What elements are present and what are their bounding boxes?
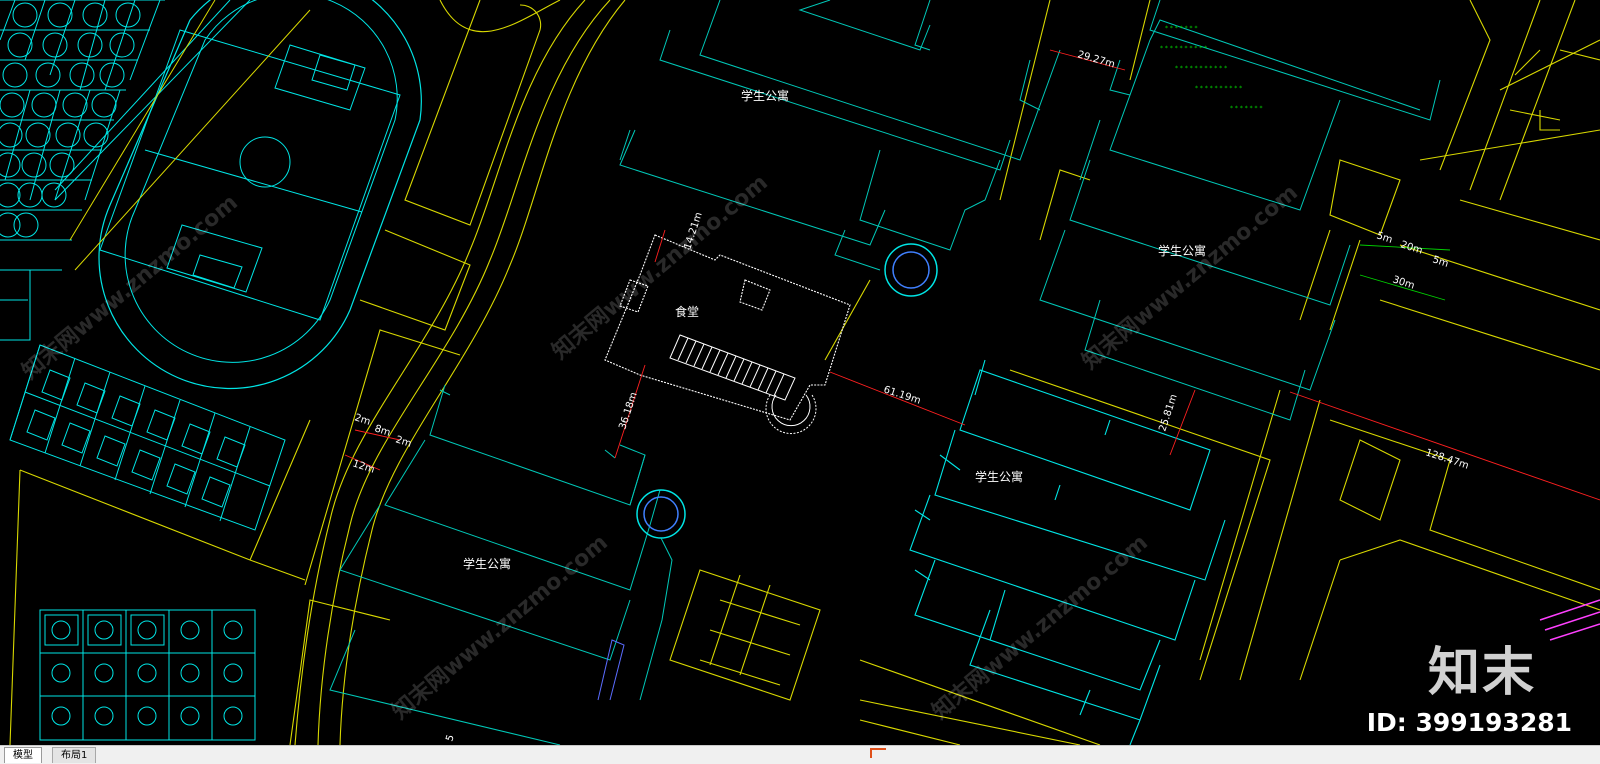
layout-tab-bar: 模型 布局1 [0, 745, 1600, 764]
dim-5-small: 5 [444, 733, 456, 742]
dim-20m: 20m [1399, 239, 1424, 256]
dim-29-27: 29.27m [1076, 49, 1116, 70]
dimension-lines [344, 49, 1600, 501]
cursor-indicator-icon [870, 748, 886, 758]
dim-12m: 12m [351, 458, 376, 475]
running-track [54, 0, 422, 390]
svg-text:* * * * * * * * * * *: * * * * * * * * * * * [1175, 65, 1227, 72]
dim-8m: 8m [373, 423, 392, 438]
dim-25-81: 25.81m [1157, 393, 1179, 433]
dim-2m-a: 2m [353, 412, 372, 427]
site-watermarks: 知末网www.znzmo.com 知末网www.znzmo.com 知末网www… [17, 169, 1303, 724]
label-canteen: 食堂 [675, 304, 699, 319]
green-dimension-lines [1359, 244, 1451, 301]
roads-yellow [9, 0, 1600, 745]
watermark-3: 知末网www.znzmo.com [1077, 179, 1303, 374]
dim-30m: 30m [1391, 274, 1416, 291]
label-dorm-left: 学生公寓 [463, 556, 511, 571]
watermark-5: 知末网www.znzmo.com [927, 529, 1153, 724]
circular-features [597, 243, 938, 701]
dim-2m-b: 2m [394, 434, 413, 449]
magenta-lines [1539, 599, 1600, 641]
cad-drawing-canvas[interactable]: * * * * * * * * * * * * * * * * * * * * … [0, 0, 1600, 745]
brand-watermark: 知末 [1427, 643, 1536, 703]
tab-model[interactable]: 模型 [4, 747, 42, 763]
label-dorm-top: 学生公寓 [741, 88, 789, 103]
canteen-building [604, 234, 851, 421]
tennis-courts [9, 344, 286, 531]
svg-text:* * * * * * *: * * * * * * * [1230, 105, 1262, 112]
dim-36-18: 36.18m [617, 391, 639, 431]
svg-text:* * * * * * * * * *: * * * * * * * * * * [1195, 85, 1242, 92]
watermark-2: 知末网www.znzmo.com [547, 169, 773, 364]
svg-text:* * * * * * *: * * * * * * * [1165, 25, 1197, 32]
label-dorm-mid: 学生公寓 [975, 469, 1023, 484]
site-plan-drawing: * * * * * * * * * * * * * * * * * * * * … [0, 0, 1600, 745]
watermark-1: 知末网www.znzmo.com [17, 189, 243, 384]
tab-layout1[interactable]: 布局1 [52, 747, 97, 763]
dim-5m-b: 5m [1431, 254, 1450, 269]
drawing-id-watermark: ID: 399193281 [1366, 708, 1572, 737]
svg-text:* * * * * * * * * *: * * * * * * * * * * [1160, 45, 1207, 52]
basketball-courts [39, 609, 256, 741]
dim-61-19: 61.19m [882, 384, 922, 406]
canteen-stairs [669, 334, 817, 435]
dim-5m-a: 5m [1375, 230, 1394, 245]
dim-128-47: 128.47m [1424, 447, 1470, 471]
